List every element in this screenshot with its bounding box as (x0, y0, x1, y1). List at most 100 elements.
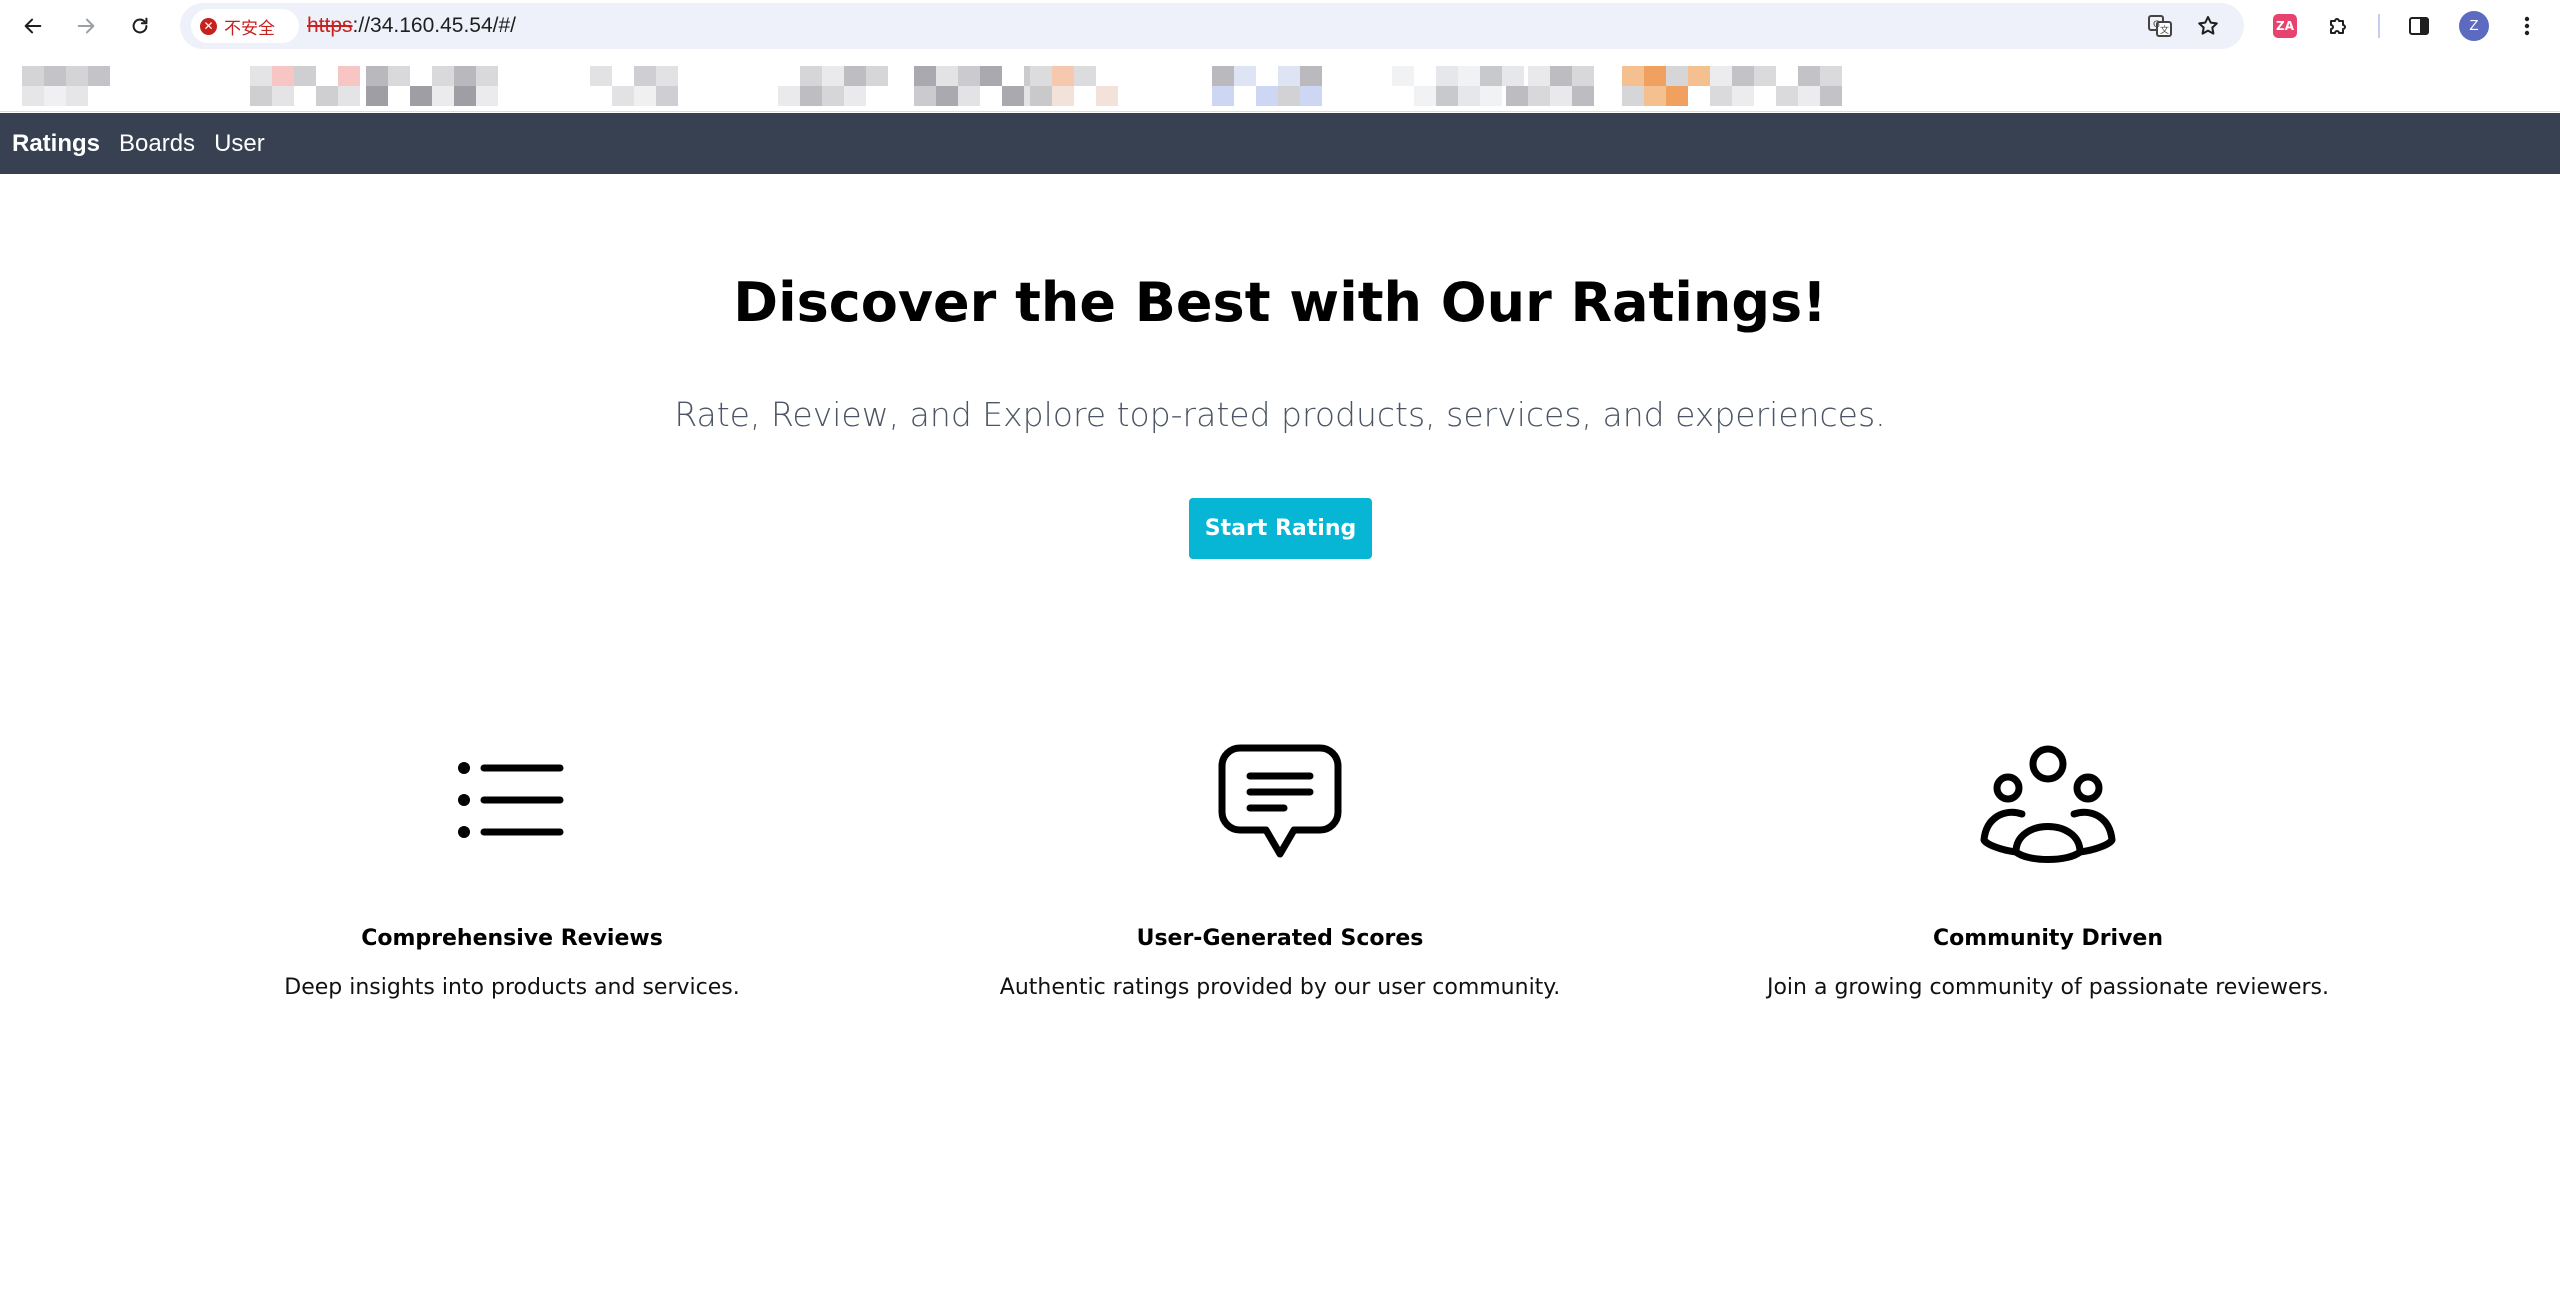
bookmark-redacted-pixel (454, 86, 476, 106)
security-indicator[interactable]: ✕ 不安全 (191, 9, 299, 43)
profile-button[interactable]: Z (2457, 9, 2491, 43)
bookmark-redacted-pixel (476, 66, 498, 86)
bookmark-redacted-pixel (1458, 86, 1480, 106)
feature-comprehensive-reviews: Comprehensive Reviews Deep insights into… (128, 740, 896, 1004)
back-arrow-icon (24, 18, 42, 34)
side-panel-button[interactable] (2402, 9, 2436, 43)
bookmark-redacted-pixel (250, 66, 272, 86)
address-bar[interactable]: ✕ 不安全 https://34.160.45.54/#/ G文 (180, 3, 2244, 49)
forward-button[interactable] (68, 8, 104, 44)
hero-title: Discover the Best with Our Ratings! (733, 271, 1827, 334)
bookmark-redacted-pixel (1052, 66, 1074, 86)
bookmark-redacted-pixel (634, 86, 656, 106)
feature-description: Join a growing community of passionate r… (1766, 975, 2330, 1000)
bookmark-redacted-pixel (1550, 86, 1572, 106)
hero-subtitle: Rate, Review, and Explore top-rated prod… (674, 395, 1886, 434)
users-group-icon (1980, 745, 2116, 863)
bookmark-redacted-pixel (1798, 86, 1820, 106)
bookmark-redacted-pixel (1550, 66, 1572, 86)
star-icon (2198, 16, 2218, 35)
reload-button[interactable] (122, 8, 158, 44)
security-label: 不安全 (224, 18, 275, 39)
bookmark-redacted-pixel (1256, 86, 1278, 106)
chat-bubble-icon (1218, 744, 1342, 858)
bookmark-redacted-pixel (1300, 66, 1322, 86)
bookmarks-bar (0, 52, 2560, 112)
bookmark-star-button[interactable] (2194, 12, 2222, 40)
bookmark-redacted-pixel (366, 86, 388, 106)
bookmark-redacted-pixel (44, 66, 66, 86)
bookmark-redacted-pixel (1212, 66, 1234, 86)
bookmark-redacted-pixel (1030, 66, 1052, 86)
bookmark-redacted-pixel (1820, 86, 1842, 106)
nav-link-boards[interactable]: Boards (119, 130, 195, 158)
bookmark-redacted-pixel (634, 66, 656, 86)
bookmark-redacted-pixel (410, 86, 432, 106)
bookmark-redacted-pixel (366, 66, 388, 86)
bookmark-redacted-pixel (612, 86, 634, 106)
bookmark-redacted-pixel (800, 86, 822, 106)
bookmark-redacted-pixel (1666, 66, 1688, 86)
bookmark-redacted-pixel (66, 66, 88, 86)
bookmark-redacted-pixel (1414, 86, 1436, 106)
bookmark-redacted-pixel (1710, 66, 1732, 86)
extension-button[interactable]: ZA (2268, 9, 2302, 43)
bookmark-redacted-pixel (1622, 66, 1644, 86)
toolbar-divider (2378, 14, 2380, 38)
bookmark-redacted-pixel (1572, 86, 1594, 106)
bookmark-redacted-pixel (1732, 86, 1754, 106)
bookmark-redacted-pixel (1528, 86, 1550, 106)
browser-menu-button[interactable] (2510, 9, 2544, 43)
nav-link-ratings[interactable]: Ratings (12, 130, 100, 158)
bookmark-redacted-pixel (656, 66, 678, 86)
bookmark-redacted-pixel (1506, 86, 1528, 106)
bookmark-redacted-pixel (476, 86, 498, 106)
bookmark-redacted-pixel (914, 66, 936, 86)
feature-community-driven: Community Driven Join a growing communit… (1664, 740, 2432, 1004)
forward-arrow-icon (77, 18, 95, 34)
url-text[interactable]: https://34.160.45.54/#/ (307, 13, 516, 39)
reload-icon (132, 17, 148, 34)
translate-button[interactable]: G文 (2146, 12, 2174, 40)
bookmark-redacted-pixel (338, 66, 360, 86)
kebab-menu-icon (2524, 16, 2530, 36)
bookmark-redacted-pixel (980, 66, 1002, 86)
bookmark-redacted-pixel (1096, 86, 1118, 106)
bookmark-redacted-pixel (1528, 66, 1550, 86)
bookmark-redacted-pixel (1710, 86, 1732, 106)
back-button[interactable] (15, 8, 51, 44)
bookmark-redacted-pixel (914, 86, 936, 106)
bookmark-redacted-pixel (66, 86, 88, 106)
bookmark-redacted-pixel (1622, 86, 1644, 106)
bookmark-redacted-pixel (1234, 66, 1256, 86)
bookmark-redacted-pixel (1392, 66, 1414, 86)
feature-description: Authentic ratings provided by our user c… (999, 975, 1561, 1000)
extensions-menu-button[interactable] (2322, 9, 2356, 43)
app-navbar: Ratings Boards User (0, 113, 2560, 174)
bookmark-redacted-pixel (1300, 86, 1322, 106)
svg-text:G: G (2153, 20, 2160, 30)
translate-icon: G文 (2148, 15, 2172, 37)
start-rating-button[interactable]: Start Rating (1189, 498, 1372, 559)
bookmark-redacted-pixel (1572, 66, 1594, 86)
bookmark-redacted-pixel (1666, 86, 1688, 106)
bookmark-redacted-pixel (272, 66, 294, 86)
feature-user-generated-scores: User-Generated Scores Authentic ratings … (896, 740, 1664, 1004)
bookmark-redacted-pixel (656, 86, 678, 106)
bookmark-redacted-pixel (1074, 66, 1096, 86)
not-secure-icon: ✕ (200, 17, 217, 35)
bookmark-redacted-pixel (844, 66, 866, 86)
bookmark-redacted-pixel (1688, 66, 1710, 86)
bookmark-redacted-pixel (1644, 86, 1666, 106)
bookmark-redacted-pixel (590, 66, 612, 86)
feature-title: User-Generated Scores (1136, 926, 1424, 951)
bookmark-redacted-pixel (338, 86, 360, 106)
bookmark-redacted-pixel (250, 86, 272, 106)
bookmark-redacted-pixel (866, 66, 888, 86)
puzzle-icon (2330, 18, 2346, 34)
nav-link-user[interactable]: User (214, 130, 265, 158)
bookmark-redacted-pixel (800, 66, 822, 86)
svg-text:文: 文 (2160, 24, 2169, 36)
bookmark-redacted-pixel (88, 66, 110, 86)
bookmark-redacted-pixel (958, 86, 980, 106)
